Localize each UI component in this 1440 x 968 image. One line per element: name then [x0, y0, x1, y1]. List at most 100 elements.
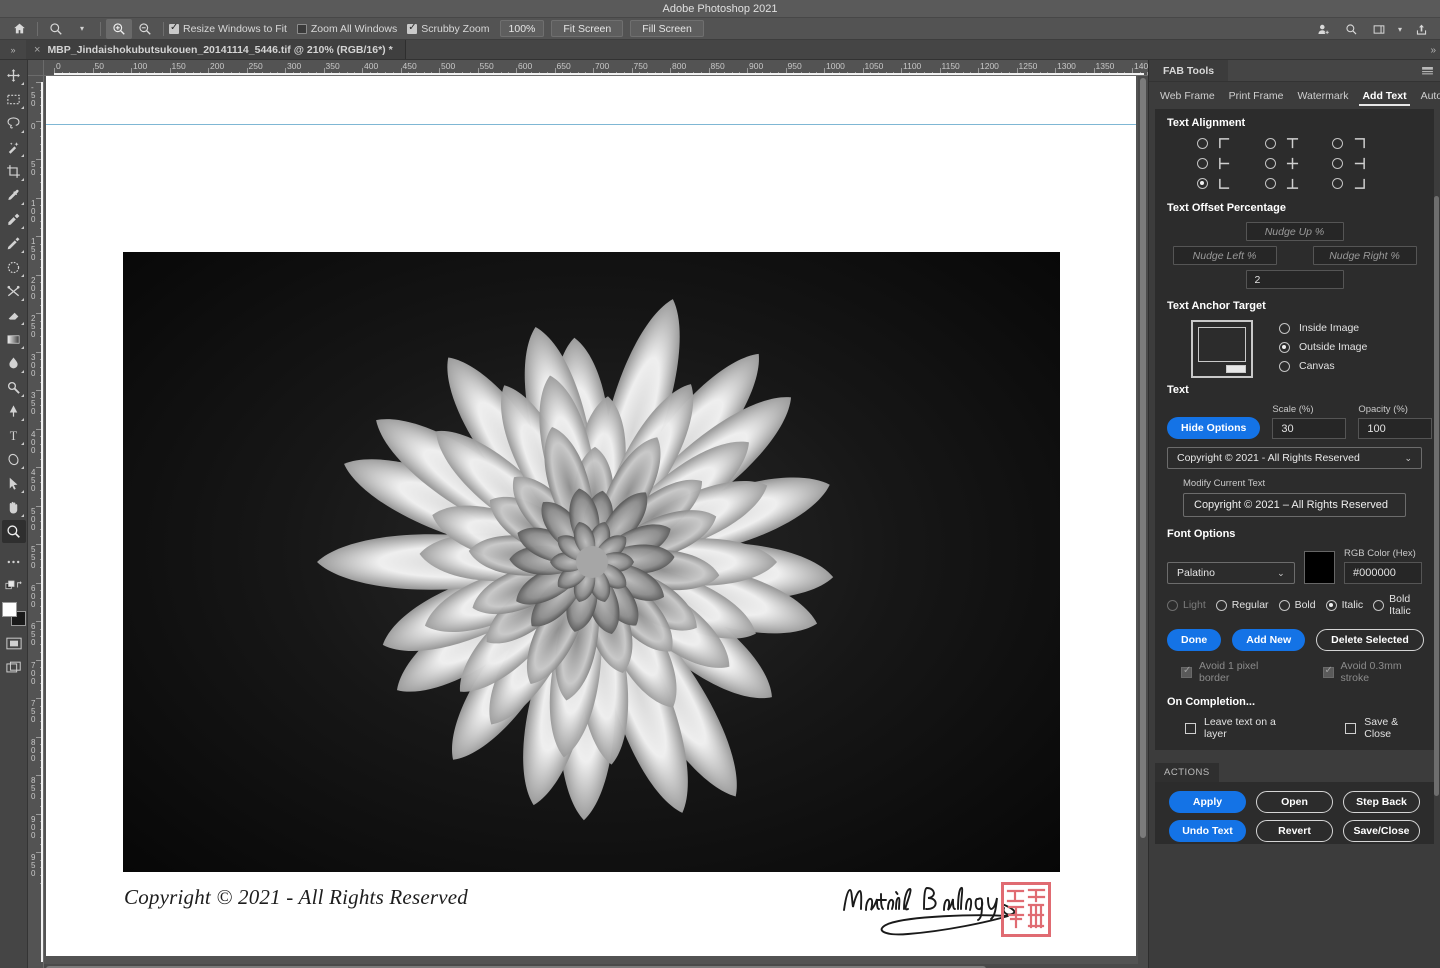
clone-stamp-tool-icon[interactable]	[2, 256, 26, 279]
radio[interactable]	[1197, 138, 1208, 149]
radio-light[interactable]	[1167, 600, 1178, 611]
vertical-ruler[interactable]: -500501001502002503003504004505005506006…	[28, 76, 44, 968]
nudge-right-input[interactable]: Nudge Right %	[1313, 246, 1417, 265]
spot-healing-brush-tool-icon[interactable]	[2, 208, 26, 231]
eraser-tool-icon[interactable]	[2, 304, 26, 327]
radio[interactable]	[1265, 158, 1276, 169]
hand-tool-icon[interactable]	[2, 496, 26, 519]
nudge-down-input[interactable]: 2	[1246, 270, 1344, 289]
zoom-tool-icon[interactable]	[43, 19, 69, 39]
direct-selection-tool-icon[interactable]	[2, 472, 26, 495]
modify-current-text-input[interactable]: Copyright © 2021 – All Rights Reserved	[1183, 493, 1406, 517]
zoom-percent-field[interactable]: 100%	[500, 20, 545, 37]
more-tools-icon[interactable]	[2, 550, 26, 573]
step-back-button[interactable]: Step Back	[1343, 791, 1420, 813]
tab-web-frame[interactable]: Web Frame	[1153, 90, 1222, 106]
tab-watermark[interactable]: Watermark	[1291, 90, 1356, 106]
radio-italic[interactable]	[1326, 600, 1337, 611]
revert-button[interactable]: Revert	[1256, 820, 1333, 842]
fill-screen-button[interactable]: Fill Screen	[630, 20, 704, 37]
panel-vertical-scrollbar[interactable]	[1434, 26, 1439, 726]
eyedropper-tool-icon[interactable]	[2, 184, 26, 207]
hide-options-button[interactable]: Hide Options	[1167, 417, 1260, 439]
crop-tool-icon[interactable]	[2, 160, 26, 183]
panel-expander-icon[interactable]: »	[0, 40, 26, 59]
rgb-hex-input[interactable]: #000000	[1344, 562, 1422, 584]
align-option-bottom-left[interactable]	[1197, 177, 1265, 190]
path-selection-tool-icon[interactable]	[2, 448, 26, 471]
zoom-in-icon[interactable]	[106, 19, 132, 39]
brush-tool-icon[interactable]	[2, 232, 26, 255]
align-option-middle-left[interactable]	[1197, 157, 1265, 170]
type-tool-icon[interactable]: T	[2, 424, 26, 447]
radio[interactable]	[1265, 138, 1276, 149]
search-icon[interactable]	[1338, 19, 1364, 39]
apply-button[interactable]: Apply	[1169, 791, 1246, 813]
radio[interactable]	[1279, 323, 1290, 334]
align-option-bottom-center[interactable]	[1265, 177, 1333, 190]
lasso-tool-icon[interactable]	[2, 112, 26, 135]
history-brush-tool-icon[interactable]	[2, 280, 26, 303]
radio[interactable]	[1332, 158, 1343, 169]
save-close-button[interactable]: Save/Close	[1343, 820, 1420, 842]
scrollbar-thumb[interactable]	[1434, 196, 1439, 796]
radio[interactable]	[1279, 342, 1290, 353]
ruler-corner[interactable]	[28, 60, 44, 76]
save-and-close-checkbox[interactable]: Save & Close	[1345, 716, 1422, 740]
document-sheet[interactable]: Copyright © 2021 - All Rights Reserved	[46, 76, 1136, 956]
anchor-option-outside-image[interactable]: Outside Image	[1279, 341, 1367, 353]
close-icon[interactable]: ×	[34, 44, 40, 56]
align-option-middle-center[interactable]	[1265, 157, 1333, 170]
gradient-tool-icon[interactable]	[2, 328, 26, 351]
fit-screen-button[interactable]: Fit Screen	[551, 20, 623, 37]
zoom-tool-icon[interactable]	[2, 520, 26, 543]
foreground-color-swatch[interactable]	[2, 602, 17, 617]
nudge-left-input[interactable]: Nudge Left %	[1173, 246, 1277, 265]
text-preset-select[interactable]: Copyright © 2021 - All Rights Reserved ⌄	[1167, 447, 1422, 469]
move-tool-icon[interactable]	[2, 64, 26, 87]
radio-regular[interactable]	[1216, 600, 1227, 611]
share-user-icon[interactable]	[1310, 19, 1336, 39]
radio[interactable]	[1332, 178, 1343, 189]
tool-preset-chevron-icon[interactable]: ▾	[69, 19, 95, 39]
zoom-out-icon[interactable]	[132, 19, 158, 39]
delete-selected-button[interactable]: Delete Selected	[1316, 629, 1424, 651]
done-button[interactable]: Done	[1167, 629, 1221, 651]
avoid-1-pixel-border-checkbox[interactable]: Avoid 1 pixel border	[1181, 660, 1281, 684]
marquee-tool-icon[interactable]	[2, 88, 26, 111]
leave-text-on-layer-checkbox[interactable]: Leave text on a layer	[1185, 716, 1293, 740]
radio[interactable]	[1279, 361, 1290, 372]
actions-panel-tab[interactable]: ACTIONS	[1155, 763, 1219, 782]
chevron-down-icon[interactable]: ▾	[1394, 19, 1406, 39]
radio[interactable]	[1197, 178, 1208, 189]
scale-input[interactable]: 30	[1272, 418, 1346, 439]
canvas-vertical-scrollbar[interactable]	[1138, 76, 1148, 968]
radio-bold-italic[interactable]	[1373, 600, 1384, 611]
canvas-viewport[interactable]: Copyright © 2021 - All Rights Reserved	[44, 76, 1148, 968]
panel-menu-icon[interactable]	[1422, 66, 1433, 76]
radio[interactable]	[1332, 138, 1343, 149]
panel-tab-fab-tools[interactable]: FAB Tools	[1149, 60, 1228, 81]
default-colors-and-swap-icon[interactable]	[2, 574, 26, 597]
tab-print-frame[interactable]: Print Frame	[1222, 90, 1291, 106]
font-color-swatch[interactable]	[1304, 551, 1335, 584]
radio[interactable]	[1197, 158, 1208, 169]
workspace-icon[interactable]	[1366, 19, 1392, 39]
align-option-middle-right[interactable]	[1332, 157, 1400, 170]
scrollbar-thumb[interactable]	[1140, 78, 1146, 838]
horizontal-ruler[interactable]: 0501001502002503003504004505005506006507…	[44, 60, 1148, 76]
anchor-option-inside-image[interactable]: Inside Image	[1279, 322, 1367, 334]
canvas-horizontal-scrollbar[interactable]	[44, 964, 1148, 968]
foreground-background-color-swatches[interactable]	[2, 602, 26, 626]
anchor-option-canvas[interactable]: Canvas	[1279, 360, 1367, 372]
nudge-up-input[interactable]: Nudge Up %	[1246, 222, 1344, 241]
align-option-top-left[interactable]	[1197, 137, 1265, 150]
align-option-top-right[interactable]	[1332, 137, 1400, 150]
font-family-select[interactable]: Palatino ⌄	[1167, 562, 1295, 584]
tab-add-text[interactable]: Add Text	[1355, 90, 1413, 106]
zoom-all-windows-checkbox[interactable]: Zoom All Windows	[297, 23, 397, 35]
radio[interactable]	[1265, 178, 1276, 189]
radio-bold[interactable]	[1279, 600, 1290, 611]
quick-mask-icon[interactable]	[2, 632, 26, 655]
export-icon[interactable]	[1408, 19, 1434, 39]
